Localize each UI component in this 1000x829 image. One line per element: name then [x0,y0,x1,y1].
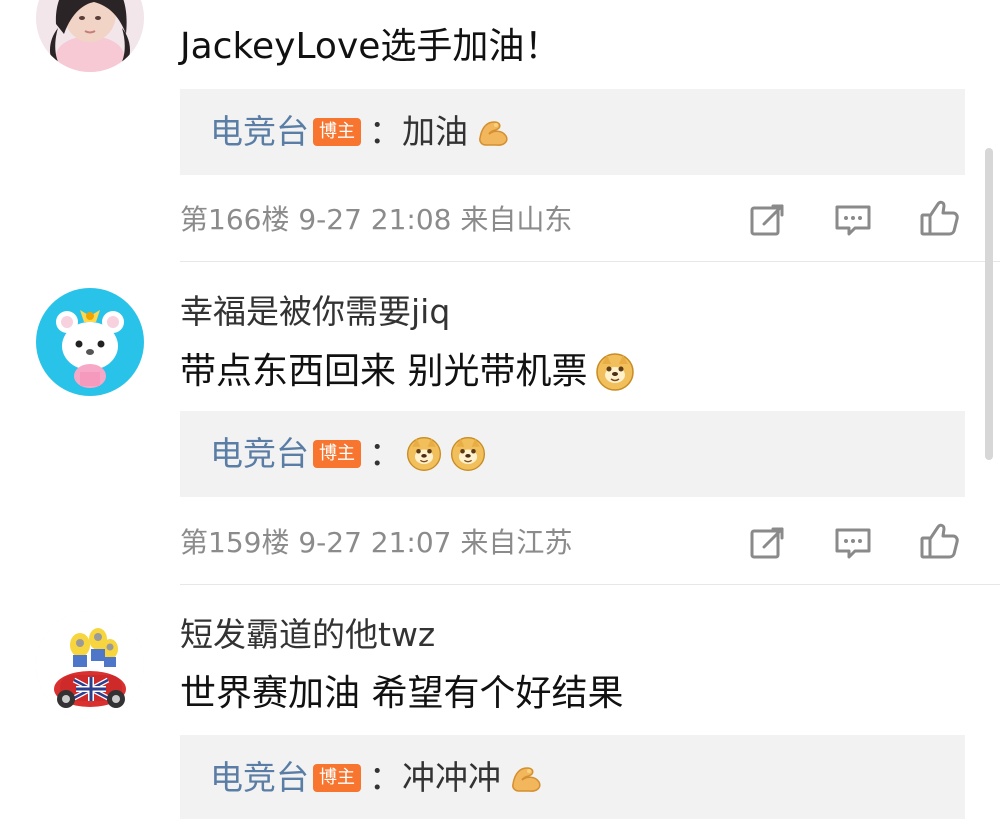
reply-text-1: ： 加油 [369,111,512,153]
share-icon[interactable] [746,198,790,242]
reply-author-3[interactable]: 电竞台 [210,757,309,799]
username-2[interactable]: 幸福是被你需要jiq [180,292,450,332]
doge-emoji-icon [448,434,488,474]
reply-content-3: 冲冲冲 [402,758,501,797]
reply-author-2[interactable]: 电竞台 [210,433,309,475]
comment-icon[interactable] [831,198,875,242]
reply-separator-1: ： [369,112,402,151]
reply-author-1[interactable]: 电竞台 [210,111,309,153]
reply-content-1: 加油 [402,112,468,151]
comment-item-2: 幸福是被你需要jiq 带点东西回来 别光带机票 电竞台 博主 ： 第159楼 9… [0,262,1000,585]
reply-box-3[interactable]: 电竞台 博主 ： 冲冲冲 [180,735,965,819]
comment-icon[interactable] [831,521,875,565]
muscle-emoji-icon [472,112,512,152]
doge-emoji-icon [404,434,444,474]
blogger-badge-2: 博主 [313,440,361,468]
doge-emoji-icon [593,350,637,394]
reply-text-2: ： [369,433,488,475]
comment-meta-2: 第159楼 9-27 21:07 来自江苏 [180,526,573,559]
vertical-scrollbar[interactable] [985,148,993,460]
muscle-emoji-icon [505,758,545,798]
comment-text-3: 世界赛加油 希望有个好结果 [180,673,624,714]
blogger-badge-1: 博主 [313,118,361,146]
like-icon[interactable] [917,196,961,240]
reply-separator-3: ： [369,758,402,797]
reply-box-1[interactable]: 电竞台 博主 ： 加油 [180,89,965,175]
reply-line-1: 电竞台 博主 ： 加油 [210,111,512,153]
comment-item-1: JackeyLove选手加油！ 电竞台 博主 ： 加油 第166楼 9-27 2… [0,0,1000,262]
comment-meta-1: 第166楼 9-27 21:08 来自山东 [180,203,573,236]
username-3[interactable]: 短发霸道的他twz [180,615,435,655]
share-icon[interactable] [746,521,790,565]
user-avatar-1[interactable] [36,0,144,72]
reply-box-2[interactable]: 电竞台 博主 ： [180,411,965,497]
reply-line-3: 电竞台 博主 ： 冲冲冲 [210,757,545,799]
like-icon[interactable] [917,519,961,563]
user-avatar-3[interactable] [36,611,144,719]
reply-separator-2: ： [369,434,402,473]
reply-text-3: ： 冲冲冲 [369,757,545,799]
comment-text-2: 带点东西回来 别光带机票 [180,349,637,395]
user-avatar-2[interactable] [36,288,144,396]
comment-item-3: 短发霸道的他twz 世界赛加油 希望有个好结果 电竞台 博主 ： 冲冲冲 [0,585,1000,829]
reply-line-2: 电竞台 博主 ： [210,433,488,475]
comment-text-1: JackeyLove选手加油！ [180,26,561,67]
blogger-badge-3: 博主 [313,764,361,792]
comment-text-2-content: 带点东西回来 别光带机票 [180,351,588,392]
